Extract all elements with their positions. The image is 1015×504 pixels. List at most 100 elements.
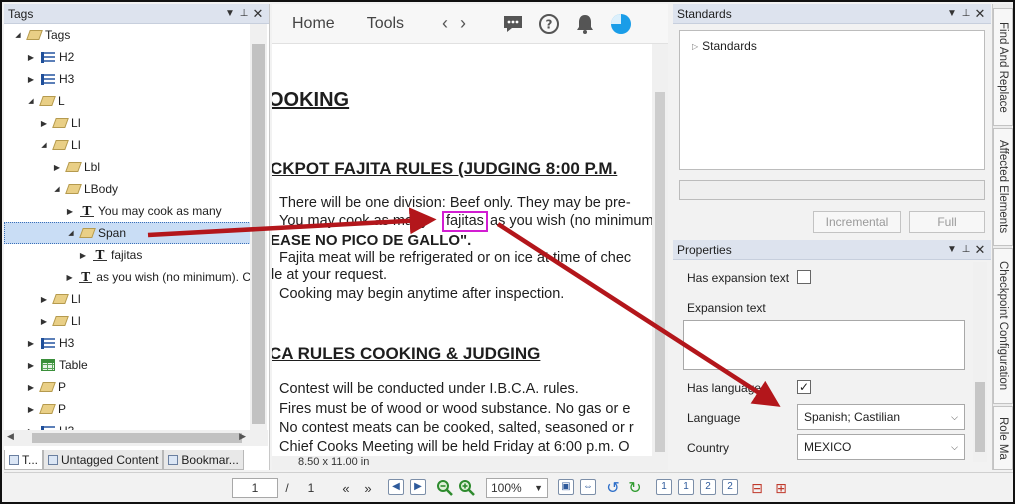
tree-row[interactable]: ▶H3 <box>4 68 251 90</box>
rail-tab-affected-elements[interactable]: Affected Elements <box>993 128 1013 246</box>
tree-row[interactable]: ▶ LI <box>4 310 251 332</box>
expand-icon[interactable]: ▶ <box>25 75 37 84</box>
expand-icon[interactable]: ▶ <box>38 295 50 304</box>
rail-tab-find-and-replace[interactable]: Find And Replace <box>993 8 1013 126</box>
bell-icon[interactable] <box>574 13 596 35</box>
panel-menu-chevron-icon[interactable]: ▼ <box>223 8 237 19</box>
tree-row[interactable]: ◢ L <box>4 90 251 112</box>
expand-icon[interactable]: ▶ <box>25 361 37 370</box>
tree-row[interactable]: ◢ LI <box>4 134 251 156</box>
home-menu[interactable]: Home <box>292 15 335 33</box>
fit-page-icon[interactable]: ▣ <box>558 479 574 495</box>
standards-tree-item[interactable]: ▷ Standards <box>692 39 757 53</box>
expansion-text-field[interactable] <box>683 320 965 370</box>
rail-tab-checkpoint-configuration[interactable]: Checkpoint Configuration <box>993 248 1013 404</box>
continuous-page-icon[interactable]: 1 <box>678 479 694 495</box>
panel-menu-chevron-icon[interactable]: ▼ <box>945 244 959 255</box>
expand-icon[interactable]: ▶ <box>51 163 63 172</box>
forward-chevron-icon[interactable]: › <box>460 13 466 34</box>
scrollbar-thumb[interactable] <box>975 382 985 452</box>
tree-row[interactable]: ▶ Table <box>4 354 251 376</box>
collapse-icon[interactable]: ◢ <box>25 97 37 105</box>
has-expansion-text-checkbox[interactable] <box>797 270 811 284</box>
close-icon[interactable]: ✕ <box>251 6 265 22</box>
single-page-icon[interactable]: 1 <box>656 479 672 495</box>
tree-row[interactable]: ▶ Tfajitas <box>4 244 251 266</box>
tab-untagged-content[interactable]: Untagged Content <box>43 450 164 470</box>
expand-icon[interactable]: ▶ <box>25 339 37 348</box>
expand-icon[interactable]: ▶ <box>38 119 50 128</box>
first-page-icon[interactable]: « <box>338 478 354 498</box>
next-page-icon[interactable]: ▶ <box>410 479 426 495</box>
tree-row[interactable]: ▶ H2 <box>4 46 251 68</box>
tree-row-selected[interactable]: ◢ Span <box>4 222 251 244</box>
close-icon[interactable]: ✕ <box>973 242 987 258</box>
expand-icon[interactable]: ▶ <box>25 383 37 392</box>
expand-icon[interactable]: ▶ <box>38 317 50 326</box>
tree-row[interactable]: ▶ LI <box>4 288 251 310</box>
tree-row[interactable]: ▶ Lbl <box>4 156 251 178</box>
scrollbar-thumb[interactable] <box>655 92 665 452</box>
split-horizontal-icon[interactable]: ⊟ <box>748 478 766 498</box>
tools-menu[interactable]: Tools <box>367 15 404 33</box>
page-number-input[interactable]: 1 <box>232 478 278 498</box>
tree-row[interactable]: ◢ LBody <box>4 178 251 200</box>
zoom-select[interactable]: 100% ▼ <box>486 478 548 498</box>
tree-row[interactable]: ◢ Tags <box>4 24 251 46</box>
tree-horizontal-scrollbar[interactable]: ◀ ▶ <box>4 430 268 446</box>
scroll-right-icon[interactable]: ▶ <box>239 431 246 442</box>
pin-icon[interactable]: ⊥ <box>237 8 251 19</box>
expand-chevron-icon[interactable]: ▷ <box>692 42 698 51</box>
pin-icon[interactable]: ⊥ <box>959 8 973 19</box>
properties-scrollbar[interactable] <box>973 262 987 462</box>
has-language-checkbox[interactable]: ✓ <box>797 380 811 394</box>
expand-icon[interactable]: ▶ <box>25 53 37 62</box>
rail-tab-role-map[interactable]: Role Ma <box>993 406 1013 470</box>
collapse-icon[interactable]: ◢ <box>51 185 63 193</box>
last-page-icon[interactable]: » <box>360 478 376 498</box>
collapse-icon[interactable]: ◢ <box>38 141 50 149</box>
scrollbar-thumb[interactable] <box>32 433 242 443</box>
tree-row[interactable]: ▶H3 <box>4 420 251 430</box>
expand-icon[interactable]: ▶ <box>77 251 89 260</box>
language-select[interactable]: Spanish; Castilian ⌵ <box>797 404 965 430</box>
close-icon[interactable]: ✕ <box>973 6 987 22</box>
two-page-continuous-icon[interactable]: 2 <box>722 479 738 495</box>
tree-row[interactable]: ▶ Tas you wish (no minimum). C <box>4 266 251 288</box>
country-select[interactable]: MEXICO ⌵ <box>797 434 965 460</box>
tree-row[interactable]: ▶H3 <box>4 332 251 354</box>
scrollbar-thumb[interactable] <box>252 44 265 424</box>
expand-icon[interactable]: ▶ <box>64 273 75 282</box>
expand-icon[interactable]: ▶ <box>25 405 37 414</box>
panel-menu-chevron-icon[interactable]: ▼ <box>945 8 959 19</box>
tree-row[interactable]: ▶ T You may cook as many <box>4 200 251 222</box>
collapse-icon[interactable]: ◢ <box>12 31 24 39</box>
zoom-out-icon[interactable] <box>436 478 454 498</box>
help-icon[interactable]: ? <box>538 13 560 35</box>
rotate-left-icon[interactable]: ↺ <box>604 478 622 498</box>
document-page[interactable]: OOKING CKPOT FAJITA RULES (JUDGING 8:00 … <box>272 44 652 456</box>
chevron-down-icon: ▼ <box>534 483 543 493</box>
account-avatar-icon[interactable] <box>610 13 632 35</box>
rotate-right-icon[interactable]: ↻ <box>626 478 644 498</box>
scroll-left-icon[interactable]: ◀ <box>7 431 14 442</box>
previous-page-icon[interactable]: ◀ <box>388 479 404 495</box>
document-scrollbar[interactable] <box>652 44 668 456</box>
comment-icon[interactable] <box>502 13 524 35</box>
two-page-icon[interactable]: 2 <box>700 479 716 495</box>
split-vertical-icon[interactable]: ⊞ <box>772 478 790 498</box>
tab-bookmarks[interactable]: Bookmar... <box>163 450 244 470</box>
tree-row[interactable]: ▶ P <box>4 376 251 398</box>
tab-tags[interactable]: T... <box>4 450 44 470</box>
full-button[interactable]: Full <box>909 211 985 233</box>
zoom-in-icon[interactable] <box>458 478 476 498</box>
tree-row[interactable]: ▶ P <box>4 398 251 420</box>
back-chevron-icon[interactable]: ‹ <box>442 13 448 34</box>
fit-width-icon[interactable]: ⇔ <box>580 479 596 495</box>
expand-icon[interactable]: ▶ <box>64 207 76 216</box>
pin-icon[interactable]: ⊥ <box>959 244 973 255</box>
incremental-button[interactable]: Incremental <box>813 211 901 233</box>
tree-vertical-scrollbar[interactable] <box>250 24 267 430</box>
tree-row[interactable]: ▶ LI <box>4 112 251 134</box>
collapse-icon[interactable]: ◢ <box>65 229 77 237</box>
